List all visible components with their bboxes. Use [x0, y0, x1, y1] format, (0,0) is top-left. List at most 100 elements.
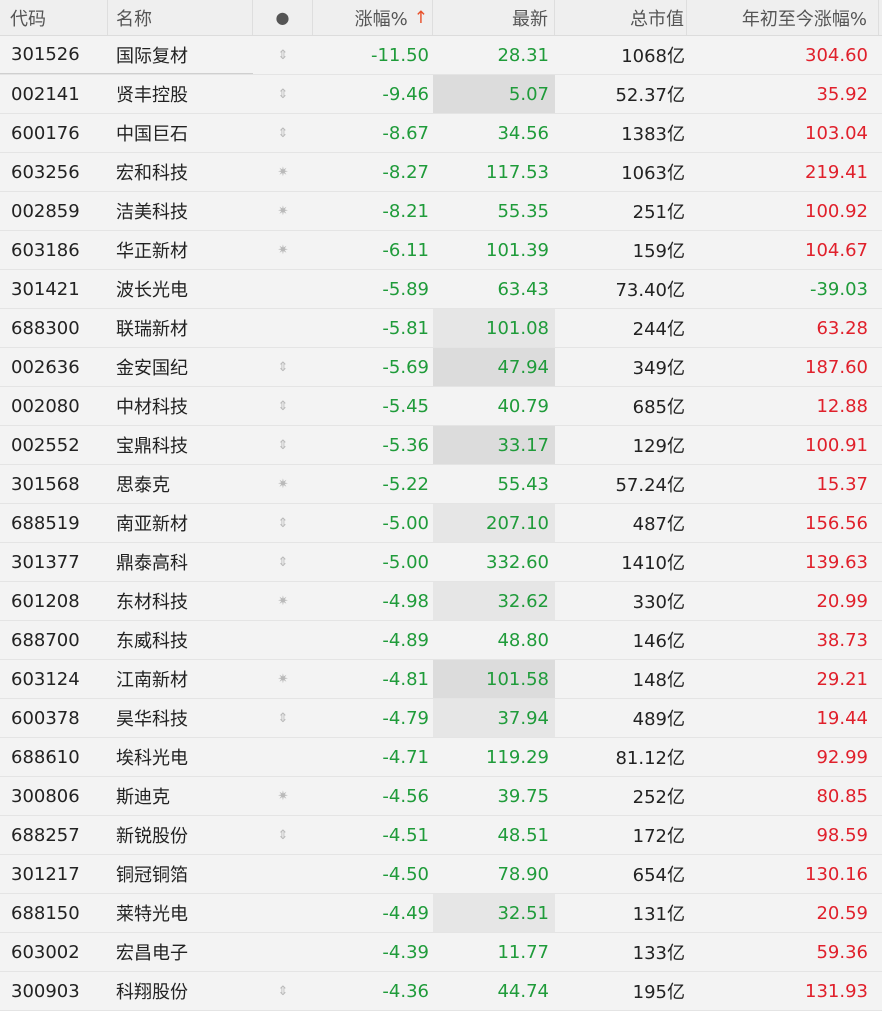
- ytd-change: 103.04: [805, 122, 868, 144]
- change-percent: -8.67: [382, 122, 429, 144]
- spark-icon: ✷: [277, 203, 289, 219]
- column-header-market-cap[interactable]: 总市值: [555, 0, 687, 35]
- table-row[interactable]: 688700 东威科技 -4.89 48.80 146亿 38.73: [0, 621, 882, 660]
- table-row[interactable]: 301217 铜冠铜箔 -4.50 78.90 654亿 130.16: [0, 855, 882, 894]
- table-row[interactable]: 603256 宏和科技 ✷ -8.27 117.53 1063亿 219.41: [0, 153, 882, 192]
- stock-name: 联瑞新材: [116, 319, 188, 340]
- updown-arrow-icon: ⇕: [277, 827, 289, 843]
- table-row[interactable]: 301526 国际复材 ⇕ -11.50 28.31 1068亿 304.60: [0, 36, 882, 75]
- change-percent: -5.22: [382, 473, 429, 495]
- table-row[interactable]: 002636 金安国纪 ⇕ -5.69 47.94 349亿 187.60: [0, 348, 882, 387]
- table-row[interactable]: 600378 昊华科技 ⇕ -4.79 37.94 489亿 19.44: [0, 699, 882, 738]
- stock-name: 波长光电: [116, 280, 188, 301]
- updown-arrow-icon: ⇕: [277, 47, 289, 63]
- mark-icon: [253, 738, 313, 776]
- last-price: 63.43: [497, 278, 549, 300]
- last-price: 40.79: [497, 395, 549, 417]
- ytd-change: 38.73: [816, 629, 868, 651]
- table-row[interactable]: 688257 新锐股份 ⇕ -4.51 48.51 172亿 98.59: [0, 816, 882, 855]
- table-row[interactable]: 301421 波长光电 -5.89 63.43 73.40亿 -39.03: [0, 270, 882, 309]
- column-header-name[interactable]: 名称: [108, 0, 253, 35]
- column-header-ytd[interactable]: 年初至今涨幅%: [687, 0, 879, 35]
- table-row[interactable]: 603002 宏昌电子 -4.39 11.77 133亿 59.36: [0, 933, 882, 972]
- change-percent: -4.79: [382, 707, 429, 729]
- market-cap: 148亿: [632, 670, 685, 691]
- stock-code: 002141: [11, 83, 80, 105]
- last-price: 37.94: [433, 699, 555, 737]
- ytd-change: 104.67: [805, 239, 868, 261]
- change-percent: -5.36: [382, 434, 429, 456]
- table-row[interactable]: 301568 思泰克 ✷ -5.22 55.43 57.24亿 15.37: [0, 465, 882, 504]
- ytd-change: 20.99: [816, 590, 868, 612]
- market-cap: 172亿: [632, 826, 685, 847]
- table-row[interactable]: 002141 贤丰控股 ⇕ -9.46 5.07 52.37亿 35.92: [0, 75, 882, 114]
- updown-arrow-icon: ⇕: [277, 554, 289, 570]
- table-row[interactable]: 688519 南亚新材 ⇕ -5.00 207.10 487亿 156.56: [0, 504, 882, 543]
- stock-name: 莱特光电: [116, 904, 188, 925]
- updown-arrow-icon: ⇕: [277, 437, 289, 453]
- table-row[interactable]: 688300 联瑞新材 -5.81 101.08 244亿 63.28: [0, 309, 882, 348]
- mark-icon: [253, 933, 313, 971]
- last-price: 101.08: [433, 309, 555, 347]
- mark-icon: [253, 270, 313, 308]
- market-cap: 1383亿: [621, 124, 685, 145]
- column-header-code[interactable]: 代码: [0, 0, 108, 35]
- updown-arrow-icon: ⇕: [277, 515, 289, 531]
- stock-code: 600176: [11, 122, 80, 144]
- table-row[interactable]: 300806 斯迪克 ✷ -4.56 39.75 252亿 80.85: [0, 777, 882, 816]
- ytd-change: 98.59: [816, 824, 868, 846]
- table-row[interactable]: 002080 中材科技 ⇕ -5.45 40.79 685亿 12.88: [0, 387, 882, 426]
- market-cap: 57.24亿: [615, 475, 685, 496]
- change-percent: -4.36: [382, 980, 429, 1002]
- last-price: 117.53: [486, 161, 549, 183]
- table-row[interactable]: 688150 莱特光电 -4.49 32.51 131亿 20.59: [0, 894, 882, 933]
- column-header-last[interactable]: 最新: [433, 0, 555, 35]
- stock-code: 688610: [11, 746, 80, 768]
- table-row[interactable]: 688610 埃科光电 -4.71 119.29 81.12亿 92.99: [0, 738, 882, 777]
- ytd-change: 139.63: [805, 551, 868, 573]
- stock-code: 688519: [11, 512, 80, 534]
- market-cap: 1068亿: [621, 46, 685, 67]
- stock-name: 鼎泰高科: [116, 553, 188, 574]
- column-header-change[interactable]: 涨幅% ↑: [313, 0, 433, 35]
- table-row[interactable]: 601208 东材科技 ✷ -4.98 32.62 330亿 20.99: [0, 582, 882, 621]
- table-row[interactable]: 002552 宝鼎科技 ⇕ -5.36 33.17 129亿 100.91: [0, 426, 882, 465]
- stock-code: 002636: [11, 356, 80, 378]
- sort-ascending-icon: ↑: [413, 7, 428, 28]
- table-row[interactable]: 603124 江南新材 ✷ -4.81 101.58 148亿 29.21: [0, 660, 882, 699]
- last-price: 33.17: [433, 426, 555, 464]
- last-price: 47.94: [433, 348, 555, 386]
- column-header-mark[interactable]: ●: [253, 0, 313, 35]
- stock-code: 603256: [11, 161, 80, 183]
- market-cap: 1410亿: [621, 553, 685, 574]
- change-percent: -5.00: [382, 551, 429, 573]
- last-price: 11.77: [497, 941, 549, 963]
- market-cap: 131亿: [632, 904, 685, 925]
- last-price: 28.31: [497, 44, 549, 66]
- ytd-change: 304.60: [805, 44, 868, 66]
- stock-name: 宏昌电子: [116, 943, 188, 964]
- table-row[interactable]: 300903 科翔股份 ⇕ -4.36 44.74 195亿 131.93: [0, 972, 882, 1011]
- stock-name: 埃科光电: [116, 748, 188, 769]
- market-cap: 489亿: [632, 709, 685, 730]
- ytd-change: 63.28: [816, 317, 868, 339]
- ytd-change: 100.91: [805, 434, 868, 456]
- stock-code: 300903: [11, 980, 80, 1002]
- stock-name: 洁美科技: [116, 202, 188, 223]
- table-row[interactable]: 002859 洁美科技 ✷ -8.21 55.35 251亿 100.92: [0, 192, 882, 231]
- table-row[interactable]: 301377 鼎泰高科 ⇕ -5.00 332.60 1410亿 139.63: [0, 543, 882, 582]
- stock-name: 新锐股份: [116, 826, 188, 847]
- last-price: 44.74: [497, 980, 549, 1002]
- table-row[interactable]: 600176 中国巨石 ⇕ -8.67 34.56 1383亿 103.04: [0, 114, 882, 153]
- change-percent: -5.00: [382, 512, 429, 534]
- market-cap: 487亿: [632, 514, 685, 535]
- table-body: 301526 国际复材 ⇕ -11.50 28.31 1068亿 304.60 002141 贤…: [0, 36, 882, 1011]
- stock-code: 301568: [11, 473, 80, 495]
- stock-name: 斯迪克: [116, 787, 170, 808]
- stock-name: 思泰克: [116, 475, 170, 496]
- market-cap: 195亿: [632, 982, 685, 1003]
- market-cap: 129亿: [632, 436, 685, 457]
- table-row[interactable]: 603186 华正新材 ✷ -6.11 101.39 159亿 104.67: [0, 231, 882, 270]
- mark-icon: [253, 894, 313, 932]
- market-cap: 81.12亿: [615, 748, 685, 769]
